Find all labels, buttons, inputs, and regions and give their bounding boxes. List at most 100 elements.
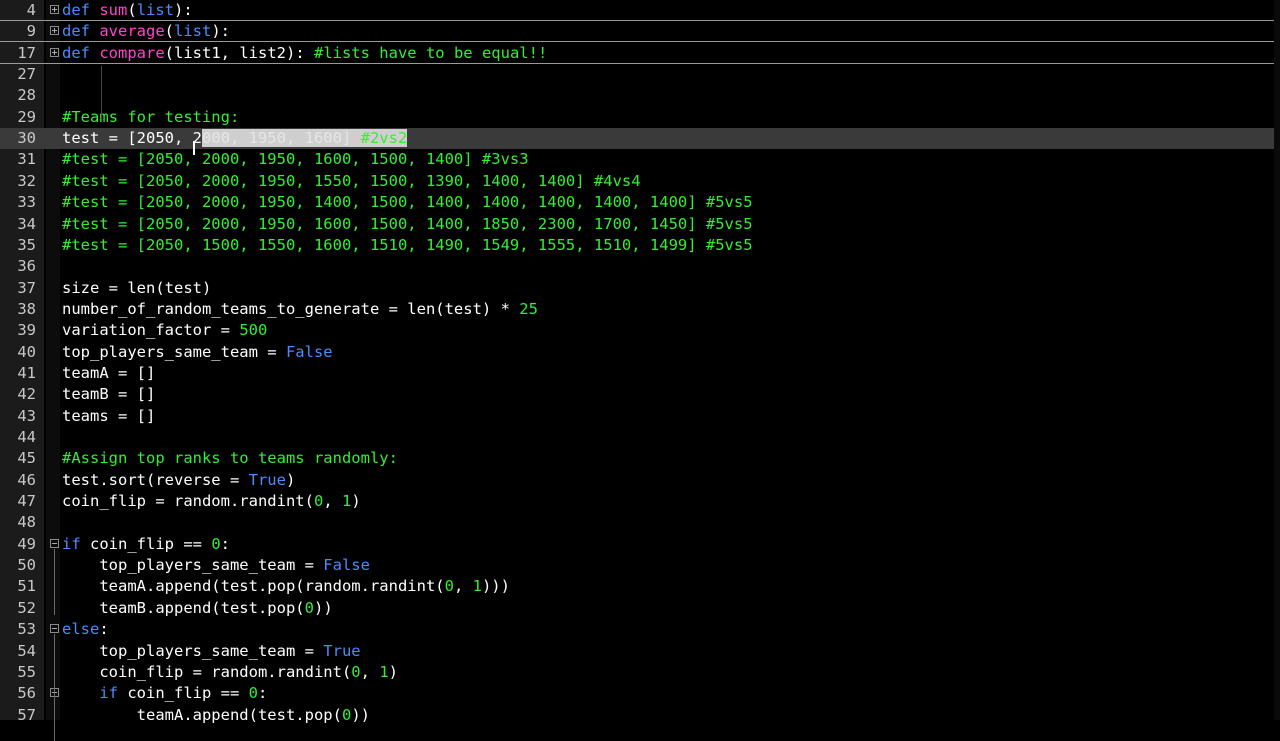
code-text: def compare(list1, list2): #lists have t… — [62, 43, 547, 64]
code-token: False — [323, 556, 370, 575]
code-token: ): — [211, 22, 231, 41]
code-line[interactable]: 43 teams = [] — [0, 406, 1280, 427]
code-text: teamB = [] — [62, 384, 155, 405]
code-line[interactable]: 28 — [0, 85, 1280, 106]
code-token: top_players_same_team = — [62, 641, 324, 660]
code-line[interactable]: 46 test.sort(reverse = True) — [0, 470, 1280, 491]
code-token: teamA.append(test.pop(random.randint( — [62, 577, 445, 596]
fold-collapse-icon[interactable] — [50, 538, 59, 548]
code-token: : — [258, 684, 268, 703]
code-line[interactable]: 44 — [0, 427, 1280, 448]
code-line[interactable]: 31 #test = [2050, 2000, 1950, 1600, 1500,… — [0, 149, 1280, 170]
code-token: teamB.append(test.pop( — [62, 598, 305, 617]
line-number: 34 — [17, 214, 36, 233]
code-token: 0 — [341, 705, 352, 724]
code-line[interactable]: 41 teamA = [] — [0, 363, 1280, 384]
code-token: 1 — [472, 577, 482, 596]
code-line[interactable]: 45 #Assign top ranks to teams randomly: — [0, 448, 1280, 469]
code-token: )) — [351, 705, 370, 724]
code-token: #Teams for testing: — [62, 107, 240, 126]
code-text: #test = [2050, 2000, 1950, 1550, 1500, 1… — [62, 171, 641, 192]
code-token: coin_flip == — [118, 684, 249, 703]
code-token: list — [136, 1, 175, 19]
code-line[interactable]: 35 #test = [2050, 1500, 1550, 1600, 1510,… — [0, 235, 1280, 256]
code-line[interactable]: 42 teamB = [] — [0, 384, 1280, 405]
code-line[interactable]: 40 top_players_same_team = False — [0, 342, 1280, 363]
code-line[interactable]: 34 #test = [2050, 2000, 1950, 1600, 1500,… — [0, 214, 1280, 235]
code-token: ) — [285, 470, 296, 489]
code-line[interactable]: 55 coin_flip = random.randint(0, 1) — [0, 662, 1280, 683]
code-line[interactable]: 38 number_of_random_teams_to_generate = l… — [0, 299, 1280, 320]
code-token: teamA = [] — [62, 363, 156, 382]
code-line[interactable]: 37 size = len(test) — [0, 278, 1280, 299]
code-line[interactable]: 4 def sum(list): — [0, 0, 1280, 21]
code-token: : — [220, 534, 231, 553]
line-number: 48 — [17, 513, 36, 532]
code-line[interactable]: 49 if coin_flip == 0: — [0, 534, 1280, 555]
code-line[interactable]: 29 #Teams for testing: — [0, 107, 1280, 128]
code-line[interactable]: 53 else: — [0, 619, 1280, 640]
fold-expand-icon[interactable] — [50, 26, 59, 36]
code-line[interactable]: 36 — [0, 256, 1280, 277]
code-token: )) — [313, 598, 333, 617]
code-line[interactable]: 57 teamA.append(test.pop(0)) — [0, 705, 1280, 726]
code-line[interactable]: 9 def average(list): — [0, 21, 1280, 43]
code-line[interactable]: 32 #test = [2050, 2000, 1950, 1550, 1500,… — [0, 171, 1280, 192]
code-token: 000, 1950, 1600] — [201, 129, 361, 148]
code-token: test = [2050, 2 — [62, 129, 202, 148]
line-number: 52 — [17, 598, 36, 617]
code-token: #test = [2050, 2000, 1950, 1550, 1500, 1… — [62, 171, 641, 190]
line-number: 36 — [17, 257, 36, 276]
fold-expand-icon[interactable] — [50, 47, 59, 57]
code-line[interactable]: 56 if coin_flip == 0: — [0, 683, 1280, 704]
line-number: 40 — [17, 342, 36, 361]
code-line[interactable]: 48 — [0, 512, 1280, 533]
code-text: def sum(list): — [62, 0, 193, 21]
code-token: variation_factor = — [62, 321, 240, 340]
code-line[interactable]: 54 top_players_same_team = True — [0, 641, 1280, 662]
code-text: teamA.append(test.pop(random.randint(0, … — [62, 576, 510, 597]
code-line[interactable]: 51 teamA.append(test.pop(random.randint(… — [0, 576, 1280, 597]
code-token: #lists have to be equal!! — [313, 43, 548, 62]
code-token: teams = [] — [62, 406, 156, 425]
code-line[interactable]: 52 teamB.append(test.pop(0)) — [0, 598, 1280, 619]
code-token: coin_flip = random.randint( — [62, 662, 352, 681]
code-text: top_players_same_team = False — [62, 555, 370, 576]
code-line[interactable]: 30 test = [2050, 2000, 1950, 1600] #2vs2 — [0, 128, 1280, 150]
fold-connector — [54, 548, 55, 615]
code-token: : — [99, 620, 109, 639]
code-token: #test = [2050, 2000, 1950, 1600, 1500, 1… — [62, 150, 529, 169]
code-text: #Assign top ranks to teams randomly: — [62, 448, 398, 469]
code-line[interactable]: 39 variation_factor = 500 — [0, 320, 1280, 341]
code-token: True — [248, 470, 286, 489]
code-token: size = len(test) — [62, 278, 212, 297]
code-token: 0 — [444, 577, 454, 596]
fold-expand-icon[interactable] — [50, 5, 59, 14]
code-text: coin_flip = random.randint(0, 1) — [62, 662, 398, 683]
code-token: #Assign top ranks to teams randomly: — [62, 449, 398, 468]
code-token: ): — [174, 1, 193, 19]
code-line[interactable]: 50 top_players_same_team = False — [0, 555, 1280, 576]
line-number: 30 — [17, 129, 36, 148]
code-token: 0 — [351, 662, 361, 681]
line-number: 54 — [17, 641, 36, 660]
line-number: 32 — [17, 171, 36, 190]
code-line[interactable]: 17 def compare(list1, list2): #lists have… — [0, 43, 1280, 64]
code-line[interactable]: 33 #test = [2050, 2000, 1950, 1400, 1500,… — [0, 192, 1280, 213]
line-number: 44 — [17, 428, 36, 446]
line-number: 31 — [17, 150, 36, 169]
code-line[interactable]: 47 coin_flip = random.randint(0, 1) — [0, 491, 1280, 512]
code-token: , — [323, 492, 342, 511]
text-cursor — [193, 141, 195, 155]
line-number: 45 — [17, 449, 36, 468]
fold-collapse-icon[interactable] — [50, 624, 59, 634]
code-editor[interactable]: 4 def sum(list): 9 def average(list): 17 def … — [0, 0, 1280, 741]
code-token: ( — [164, 22, 175, 41]
code-token: ( — [127, 1, 137, 19]
line-number: 55 — [17, 662, 36, 681]
code-text: #test = [2050, 2000, 1950, 1400, 1500, 1… — [62, 192, 753, 213]
code-line[interactable]: 27 — [0, 64, 1280, 85]
code-token: , — [360, 662, 380, 681]
